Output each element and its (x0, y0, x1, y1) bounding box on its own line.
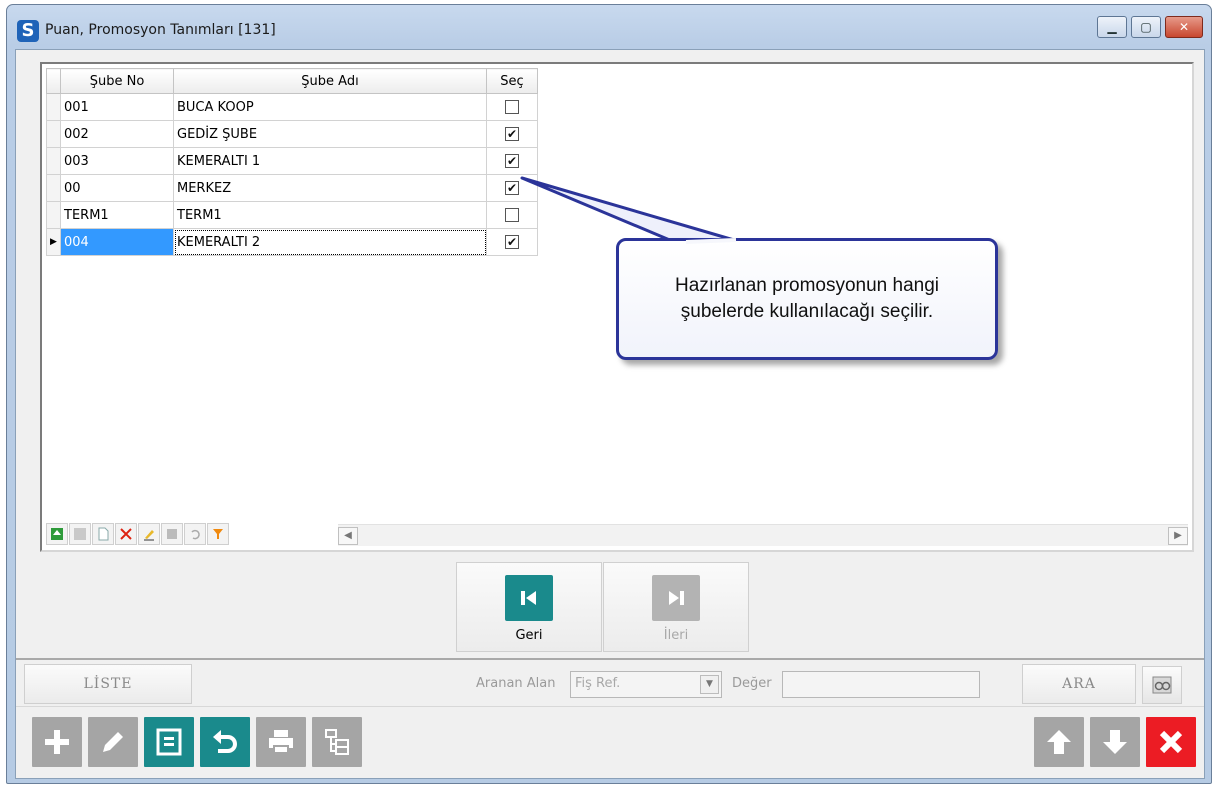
liste-button[interactable]: LİSTE (24, 664, 192, 704)
move-down-button[interactable] (1090, 717, 1140, 767)
window-title: Puan, Promosyon Tanımları [131] (45, 22, 276, 38)
printer-icon (269, 730, 293, 754)
callout-pointer (520, 176, 736, 248)
callout-pointer-cover (685, 238, 737, 244)
back-label: Geri (515, 628, 543, 643)
binoculars-icon (1152, 676, 1172, 694)
arrow-up-icon (1047, 730, 1071, 754)
post-record-icon[interactable] (161, 523, 183, 545)
search-field-label: Aranan Alan (476, 676, 556, 691)
app-s-icon: S (17, 20, 39, 42)
edit-button[interactable] (88, 717, 138, 767)
callout-line-2: şubelerde kullanılacağı seçilir. (680, 301, 934, 322)
client-area: Şube No Şube Adı Seç 001 BUCA KOOP 002 GEDİ… (15, 49, 1205, 779)
cancel-edit-icon[interactable] (184, 523, 206, 545)
callout-line-1: Hazırlanan promosyonun hangi (674, 275, 940, 296)
search-field-value: Fiş Ref. (575, 676, 621, 691)
close-button[interactable] (1146, 717, 1196, 767)
filter-icon[interactable] (207, 523, 229, 545)
title-bar[interactable]: S Puan, Promosyon Tanımları [131] ▁ ▢ ✕ (7, 5, 1211, 49)
maximize-button[interactable]: ▢ (1131, 16, 1161, 38)
grid-navigator (46, 522, 229, 546)
window-close-button[interactable]: ✕ (1165, 16, 1203, 38)
app-window: S Puan, Promosyon Tanımları [131] ▁ ▢ ✕ … (6, 4, 1212, 784)
first-record-icon[interactable] (46, 523, 68, 545)
scroll-right-icon[interactable]: ▶ (1168, 527, 1188, 545)
horizontal-scrollbar[interactable]: ◀ ▶ (338, 524, 1188, 546)
undo-button[interactable] (200, 717, 250, 767)
arrow-down-icon (1103, 730, 1127, 754)
pencil-icon (103, 732, 123, 752)
value-label: Değer (732, 676, 772, 691)
print-button[interactable] (256, 717, 306, 767)
minimize-button[interactable]: ▁ (1097, 16, 1127, 38)
prior-record-icon[interactable] (69, 523, 91, 545)
search-button[interactable]: ARA (1022, 664, 1136, 704)
chevron-down-icon[interactable]: ▼ (700, 675, 719, 694)
new-record-icon[interactable] (92, 523, 114, 545)
delete-record-icon[interactable] (115, 523, 137, 545)
plus-icon (45, 730, 69, 754)
search-field-select[interactable]: Fiş Ref. ▼ (570, 671, 722, 698)
save-icon (156, 728, 182, 756)
undo-icon (213, 730, 237, 753)
close-icon (1159, 730, 1183, 754)
skip-forward-icon (652, 575, 700, 621)
tree-view-button[interactable] (312, 717, 362, 767)
save-button[interactable] (144, 717, 194, 767)
add-button[interactable] (32, 717, 82, 767)
skip-back-icon (505, 575, 553, 621)
move-up-button[interactable] (1034, 717, 1084, 767)
next-label: İleri (663, 628, 689, 643)
scroll-left-icon[interactable]: ◀ (338, 527, 358, 545)
edit-record-icon[interactable] (138, 523, 160, 545)
find-record-button[interactable] (1142, 666, 1182, 704)
search-bar: LİSTE Aranan Alan Fiş Ref. ▼ Değer ARA (16, 658, 1204, 704)
back-button[interactable]: Geri (456, 562, 602, 652)
main-toolbar (16, 706, 1204, 778)
next-button[interactable]: İleri (603, 562, 749, 652)
tree-list-icon (325, 729, 349, 755)
search-value-input[interactable] (782, 671, 980, 698)
